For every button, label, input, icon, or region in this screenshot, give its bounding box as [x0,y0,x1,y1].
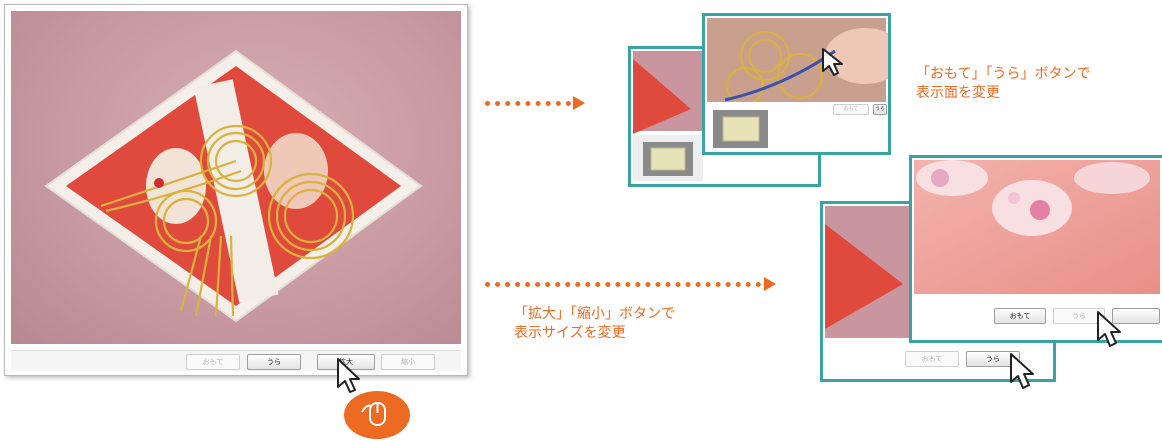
zoom-caption: 「拡大」「縮小」ボタンで 表示サイズを変更 [514,306,675,341]
flip-example-front-window: おもて うら [702,13,891,155]
flip-caption: 「おもて」「うら」ボタンで 表示面を変更 [916,66,1091,101]
front-button[interactable]: おもて [186,354,240,370]
flip-example-front-button[interactable]: おもて [833,104,869,115]
viewer-window: おもて うら 拡大 縮小 [4,4,468,376]
zoom-arrow-head [764,277,776,291]
flip-arrow-line [485,101,571,106]
flip-example-back-button[interactable]: うら [873,104,887,115]
zoom-front-front-button[interactable]: おもて [994,308,1046,324]
card-image [11,11,461,344]
zoom-example-front-window: おもて うら [909,155,1162,343]
cursor-icon [1010,353,1034,389]
mouse-click-indicator [337,358,410,439]
mizuhiki-photo [44,49,423,323]
zoom-back-front-button[interactable]: おもて [905,351,959,367]
zoom-arrow-line [485,282,761,287]
flip-arrow-head [573,96,585,110]
flip-front-content [707,18,888,150]
back-button[interactable]: うら [247,354,301,370]
cursor-icon [1097,311,1121,347]
